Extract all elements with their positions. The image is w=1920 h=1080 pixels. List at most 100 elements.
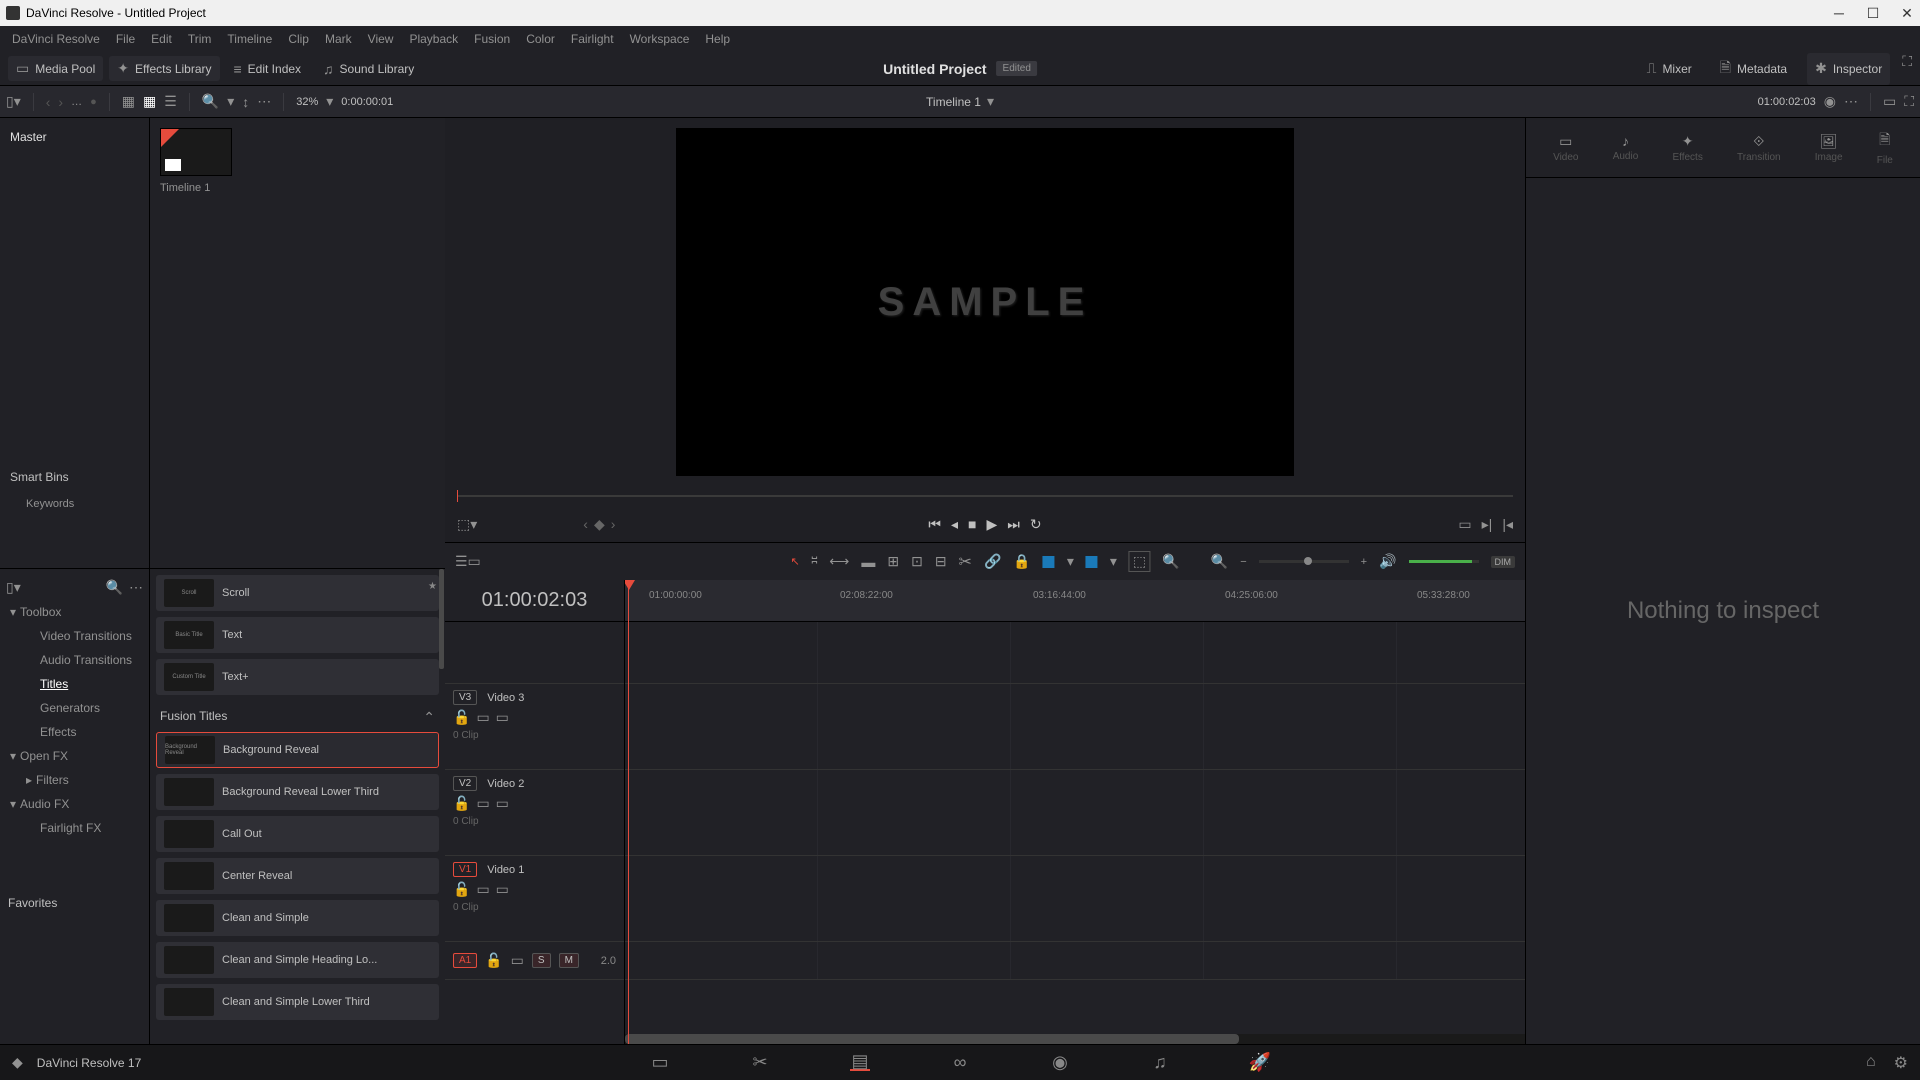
single-viewer-icon[interactable]: ▭ <box>1883 93 1896 110</box>
grid-view-icon[interactable]: ▦ <box>143 93 156 110</box>
cut-page-button[interactable]: ✂ <box>750 1055 770 1071</box>
speaker-icon[interactable]: 🔊 <box>1379 553 1396 570</box>
color-page-button[interactable]: ◉ <box>1050 1055 1070 1071</box>
menu-trim[interactable]: Trim <box>180 32 220 46</box>
effects-node[interactable]: Effects <box>0 720 149 744</box>
zoom-dropdown-icon[interactable]: ▾ <box>326 93 333 110</box>
selection-tool-icon[interactable]: ↖ <box>790 555 799 568</box>
inspector-button[interactable]: ✱Inspector <box>1807 53 1890 85</box>
project-settings-button[interactable]: ⚙ <box>1894 1053 1908 1073</box>
fx-search-icon[interactable]: 🔍 <box>106 579 123 596</box>
generators-node[interactable]: Generators <box>0 696 149 720</box>
prev-edit-icon[interactable]: |◂ <box>1502 516 1513 533</box>
match-frame-prev-icon[interactable]: ‹ <box>583 516 588 532</box>
favorites-label[interactable]: Favorites <box>0 890 149 916</box>
zoom-out-button[interactable]: − <box>1240 556 1246 568</box>
blade-tool-icon[interactable]: ▬ <box>861 554 875 570</box>
timeline-playhead[interactable] <box>628 580 629 1044</box>
insert-icon[interactable]: ⊞ <box>887 553 899 570</box>
audio-transitions-node[interactable]: Audio Transitions <box>0 648 149 672</box>
bin-view-icon[interactable]: ▯▾ <box>6 93 21 110</box>
zoom-in-button[interactable]: + <box>1361 556 1367 568</box>
nav-back-icon[interactable]: ‹ <box>46 94 51 110</box>
track-disable-icon[interactable]: ▭ <box>496 881 509 898</box>
search-dropdown-icon[interactable]: ▾ <box>227 93 234 110</box>
menu-davinci[interactable]: DaVinci Resolve <box>4 32 108 46</box>
lock-track-icon[interactable]: 🔓 <box>453 709 470 726</box>
zoom-tool-icon[interactable]: 🔍 <box>1211 553 1228 570</box>
inspector-tab-transition[interactable]: ⟐Transition <box>1737 133 1781 163</box>
mixer-button[interactable]: ⎍Mixer <box>1639 53 1700 85</box>
marker-icon[interactable] <box>1086 556 1098 568</box>
timeline-ruler[interactable]: 01:00:00:00 02:08:22:00 03:16:44:00 04:2… <box>625 580 1525 622</box>
track-body-v3[interactable] <box>625 684 1525 770</box>
openfx-node[interactable]: ▾Open FX <box>0 744 149 768</box>
nav-fwd-icon[interactable]: › <box>58 94 63 110</box>
inspector-tab-file[interactable]: 🗎File <box>1877 129 1893 166</box>
play-button[interactable]: ▶ <box>986 516 997 533</box>
fx-item-clean-simple[interactable]: Clean and Simple <box>156 900 439 936</box>
sort-icon[interactable]: ↕ <box>242 94 249 110</box>
clip-thumbnail[interactable] <box>160 128 232 176</box>
viewer-zoom[interactable]: 32% <box>296 96 318 108</box>
menu-file[interactable]: File <box>108 32 143 46</box>
zoom-slider[interactable] <box>1259 560 1349 563</box>
menu-color[interactable]: Color <box>518 32 563 46</box>
dynamic-trim-icon[interactable]: ⟷ <box>829 553 849 570</box>
timeline-tracks[interactable]: 01:00:00:00 02:08:22:00 03:16:44:00 04:2… <box>625 580 1525 1044</box>
track-body-a1[interactable] <box>625 942 1525 980</box>
zoom-search-icon[interactable]: 🔍 <box>1162 553 1179 570</box>
viewer-more-icon[interactable]: ⋯ <box>1844 93 1858 110</box>
edit-page-button[interactable]: ▤ <box>850 1055 870 1071</box>
sound-library-button[interactable]: ♫Sound Library <box>315 57 422 81</box>
volume-slider[interactable] <box>1409 560 1479 563</box>
next-edit-icon[interactable]: ▸| <box>1482 516 1493 533</box>
maximize-button[interactable]: ☐ <box>1866 5 1880 22</box>
first-frame-button[interactable]: ⏮ <box>928 516 941 533</box>
fullscreen-icon[interactable]: ⛶ <box>1902 53 1912 85</box>
video-transitions-node[interactable]: Video Transitions <box>0 624 149 648</box>
list-view-icon[interactable]: ☰ <box>164 93 177 110</box>
trim-tool-icon[interactable]: ⎶ <box>812 553 818 570</box>
dim-badge[interactable]: DIM <box>1491 556 1516 568</box>
next-frame-button[interactable]: ⏭ <box>1007 516 1020 533</box>
bypass-icon[interactable]: ◉ <box>1824 93 1836 110</box>
master-bin[interactable]: Master <box>10 124 139 150</box>
toolbox-node[interactable]: ▾Toolbox <box>0 600 149 624</box>
track-disable-icon[interactable]: ▭ <box>496 709 509 726</box>
menu-mark[interactable]: Mark <box>317 32 360 46</box>
match-frame-next-icon[interactable]: › <box>611 516 616 532</box>
lock-track-icon[interactable]: 🔓 <box>453 795 470 812</box>
track-body-v1[interactable] <box>625 856 1525 942</box>
overwrite-icon[interactable]: ⊡ <box>911 553 923 570</box>
mute-button[interactable]: M <box>559 953 579 968</box>
close-button[interactable]: ✕ <box>1900 5 1914 22</box>
fx-item-bg-reveal-lower[interactable]: Background Reveal Lower Third <box>156 774 439 810</box>
thumbnail-view-icon[interactable]: ▦ <box>122 93 135 110</box>
lock-audio-icon[interactable]: 🔓 <box>485 952 502 969</box>
deliver-page-button[interactable]: 🚀 <box>1250 1055 1270 1071</box>
titles-node[interactable]: Titles <box>0 672 149 696</box>
home-button[interactable]: ⌂ <box>1866 1053 1876 1073</box>
flag-icon[interactable] <box>1043 556 1055 568</box>
solo-button[interactable]: S <box>532 953 551 968</box>
auto-select-icon[interactable]: ▭ <box>476 881 489 898</box>
link-icon[interactable]: 🔗 <box>984 553 1001 570</box>
fx-more-icon[interactable]: ⋯ <box>129 579 143 596</box>
fx-item-text-plus[interactable]: Custom TitleText+ <box>156 659 439 695</box>
fairlightfx-node[interactable]: Fairlight FX <box>0 816 149 840</box>
menu-fusion[interactable]: Fusion <box>466 32 518 46</box>
menu-clip[interactable]: Clip <box>280 32 317 46</box>
fx-item-scroll[interactable]: ScrollScroll <box>156 575 439 611</box>
timeline-view-options-icon[interactable]: ☰▭ <box>455 553 481 570</box>
edit-index-button[interactable]: ≡Edit Index <box>226 57 310 81</box>
breadcrumb-dots[interactable]: … <box>71 96 82 108</box>
flag-dropdown-icon[interactable]: ▾ <box>1067 553 1074 570</box>
snapping-icon[interactable]: ⬚ <box>1129 551 1150 572</box>
filters-node[interactable]: ▸Filters <box>0 768 149 792</box>
timeline-dropdown-icon[interactable]: ▾ <box>987 93 994 110</box>
matchframe-icon[interactable]: ▭ <box>1458 516 1471 533</box>
prev-frame-button[interactable]: ◂ <box>951 516 958 533</box>
menu-view[interactable]: View <box>360 32 402 46</box>
minimize-button[interactable]: ─ <box>1832 5 1846 22</box>
